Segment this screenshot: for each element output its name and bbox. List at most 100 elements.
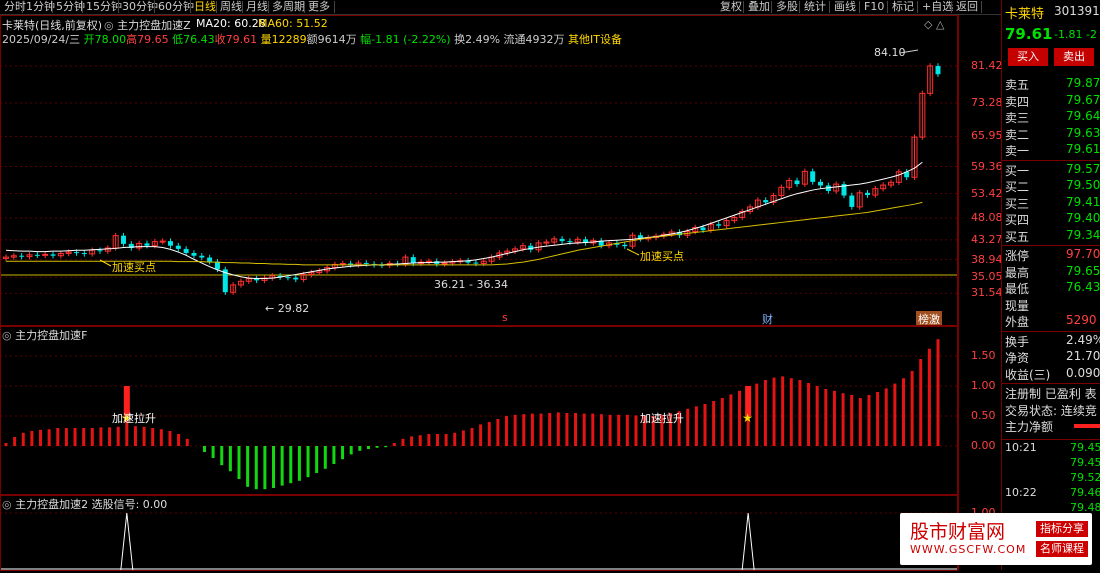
candle-down — [191, 253, 197, 256]
tick-price: 79.46 — [1070, 485, 1100, 499]
tab-1[interactable]: 1分钟 — [26, 0, 55, 14]
right-tab-0[interactable]: 复权 — [720, 0, 742, 14]
candle-down — [199, 255, 205, 258]
buy-point-1: 加速买点 — [112, 261, 156, 274]
tab-separator — [190, 1, 191, 13]
main-net-label: 主力净额 — [1005, 420, 1054, 434]
indicator-2-pane[interactable]: ◎ 主力控盘加速2 选股信号: 0.00 — [0, 495, 958, 571]
price-axis: 81.42 73.28 65.95 59.36 53.42 48.08 43.27 38.94… — [958, 15, 1003, 570]
stat-label: 最低 — [1005, 282, 1030, 296]
right-tab-separator — [771, 1, 772, 13]
tick-price: 79.48 — [1070, 500, 1100, 514]
ask-price: 79.67 — [1066, 92, 1100, 107]
watermark-tag1: 指标分享 — [1036, 521, 1088, 537]
right-tab-2[interactable]: 多股 — [776, 0, 798, 14]
tab-2[interactable]: 5分钟 — [56, 0, 85, 14]
right-tab-5[interactable]: F10 — [864, 0, 884, 14]
candle-down — [567, 241, 573, 243]
buy-point-2-arrow — [626, 248, 640, 256]
tab-separator — [118, 1, 119, 13]
info-line: 2025/09/24/三 开78.00高79.65 低76.43收79.61 量… — [2, 33, 622, 46]
stat-label: 现量 — [1005, 298, 1030, 313]
tab-9[interactable]: 多周期 — [272, 0, 305, 14]
tab-10[interactable]: 更多 — [308, 0, 330, 14]
divider — [1002, 438, 1100, 440]
tab-4[interactable]: 30分钟 — [122, 0, 158, 14]
signal-spike — [741, 512, 755, 571]
main-kline-chart[interactable]: 卡莱特(日线,前复权) ◎ 主力控盘加速Z MA20: 60.28 MA60: … — [0, 15, 958, 327]
annot-high: 84.10 — [874, 46, 906, 59]
ask-price: 79.61 — [1066, 142, 1100, 156]
marker-bang: 榜激 — [916, 311, 942, 327]
right-tab-3[interactable]: 统计 — [804, 0, 826, 14]
candle-down — [97, 250, 103, 252]
tab-separator — [242, 1, 243, 13]
stat-label: 外盘 — [1005, 315, 1030, 329]
stat-value: 79.65 — [1066, 263, 1100, 278]
price-axis-tick: 65.95 — [971, 129, 1003, 143]
candle-down — [214, 261, 220, 270]
right-tab-separator — [951, 1, 952, 13]
watermark-tag2: 名师课程 — [1036, 541, 1088, 557]
right-tab-4[interactable]: 画线 — [834, 0, 856, 14]
stat-value: 97.70 — [1066, 247, 1100, 261]
ask-price: 79.63 — [1066, 125, 1100, 140]
right-tab-6[interactable]: 标记 — [892, 0, 914, 14]
tab-6[interactable]: 日线 — [194, 0, 216, 14]
price-axis-tick: 31.54 — [971, 286, 1003, 300]
tab-7[interactable]: 周线 — [220, 0, 242, 14]
right-tab-separator — [887, 1, 888, 13]
ind1-axis-tick: 1.00 — [971, 379, 996, 392]
divider — [1002, 330, 1100, 332]
candle-down — [818, 181, 824, 186]
candle-down — [935, 65, 941, 75]
candle-down — [73, 252, 79, 254]
bid-label: 买一 — [1005, 163, 1030, 178]
ind1-axis-tick: 0.00 — [971, 439, 996, 452]
candle-down — [183, 248, 189, 253]
ind1-title: ◎ 主力控盘加速F — [2, 329, 88, 342]
price-axis-tick: 48.08 — [971, 210, 1003, 224]
right-tab-separator — [829, 1, 830, 13]
candle-up — [543, 241, 550, 244]
right-tab-8[interactable]: 返回 — [956, 0, 978, 14]
right-tab-separator — [743, 1, 744, 13]
bid-label: 买五 — [1005, 229, 1030, 244]
signal-2: 加速拉升 — [640, 412, 684, 425]
candle-up — [339, 262, 346, 265]
price-axis-tick: 35.05 — [971, 270, 1003, 284]
ind1-axis-tick: 1.50 — [971, 349, 996, 362]
candle-down — [363, 263, 369, 265]
stat2-label: 换手 — [1005, 334, 1030, 349]
candle-down — [167, 241, 173, 246]
candle-down — [144, 243, 150, 246]
price-axis-tick: 73.28 — [971, 96, 1003, 110]
divider — [1002, 245, 1100, 246]
stat2-label: 净资 — [1005, 351, 1030, 365]
main-net-bar — [1074, 424, 1100, 428]
tab-3[interactable]: 15分钟 — [86, 0, 122, 14]
right-tab-7[interactable]: +自选 — [922, 0, 953, 14]
candle-down — [285, 277, 291, 279]
period-toolbar: 分时 1分钟 5分钟 15分钟 30分钟 60分钟 日线 周线 月线 多周期 更多 复权 叠加 多股 统计画… — [0, 0, 1100, 15]
settings-icon[interactable]: ◇ △ — [924, 18, 944, 31]
watermark-url: WWW.GSCFW.COM — [910, 543, 1027, 556]
candle-down — [81, 253, 87, 254]
candle-down — [849, 195, 855, 207]
bid-price: 79.57 — [1066, 161, 1100, 176]
ma60-label: MA60: 51.52 — [258, 17, 328, 30]
ask-label: 卖一 — [1005, 144, 1030, 158]
right-tab-1[interactable]: 叠加 — [748, 0, 770, 14]
stat2-value: 2.49% — [1066, 332, 1100, 347]
tab-8[interactable]: 月线 — [246, 0, 268, 14]
candle-down — [622, 244, 628, 247]
candle-down — [763, 200, 769, 203]
annot-range: 36.21 - 36.34 — [434, 278, 508, 291]
tab-separator — [216, 1, 217, 13]
tab-separator — [304, 1, 305, 13]
candle-down — [794, 180, 800, 185]
tab-5[interactable]: 60分钟 — [158, 0, 194, 14]
indicator-f-pane[interactable]: ★ ★ ◎ 主力控盘加速F 加速拉升 加速拉升 — [0, 326, 958, 495]
candle-down — [175, 245, 181, 249]
tick-price: 79.45 — [1070, 455, 1100, 469]
